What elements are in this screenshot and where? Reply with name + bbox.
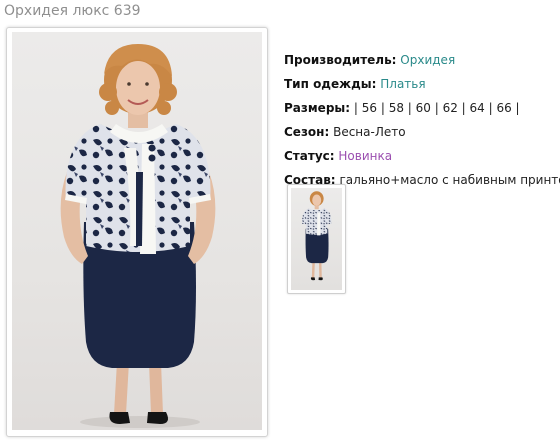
detail-manufacturer: Производитель: Орхидея [284,48,560,72]
status-label: Статус: [284,149,335,163]
dress-photo-thumbnail-icon[interactable] [291,188,342,290]
season-label: Сезон: [284,125,330,139]
detail-clothing-type: Тип одежды: Платья [284,72,560,96]
clothing-type-link[interactable]: Платья [380,77,425,91]
product-details: Производитель: Орхидея Тип одежды: Плать… [284,48,560,192]
manufacturer-link[interactable]: Орхидея [400,53,455,67]
sizes-value: | 56 | 58 | 60 | 62 | 64 | 66 | [353,101,520,115]
detail-sizes: Размеры: | 56 | 58 | 60 | 62 | 64 | 66 | [284,96,560,120]
main-product-image-frame[interactable] [6,27,268,437]
product-thumbnail[interactable] [287,184,346,294]
clothing-type-label: Тип одежды: [284,77,377,91]
manufacturer-label: Производитель: [284,53,397,67]
detail-season: Сезон: Весна-Лето [284,120,560,144]
page-title: Орхидея люкс 639 [4,3,141,19]
status-link[interactable]: Новинка [338,149,392,163]
detail-status: Статус: Новинка [284,144,560,168]
sizes-label: Размеры: [284,101,351,115]
dress-photo-icon[interactable] [12,32,262,430]
composition-value: гальяно+масло с набивным принтом [339,173,560,187]
season-value: Весна-Лето [333,125,406,139]
